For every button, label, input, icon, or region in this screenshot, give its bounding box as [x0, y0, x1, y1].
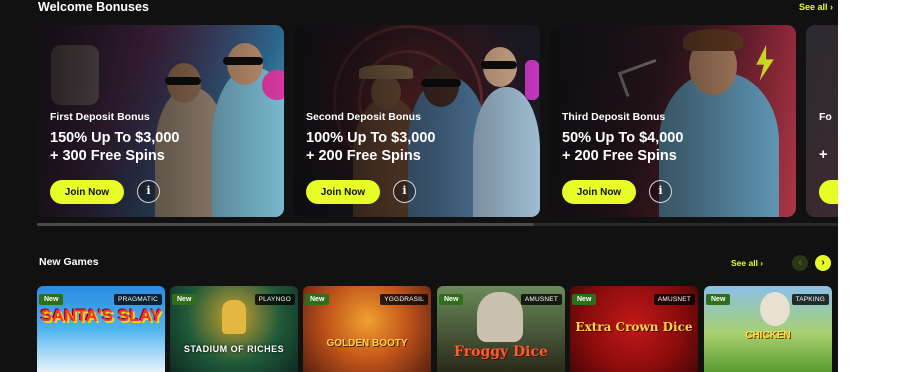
new-games-see-all-link[interactable]: See all ›	[731, 258, 763, 268]
game-tile-golden-booty[interactable]: GOLDEN BOOTY New YGGDRASIL	[303, 286, 431, 372]
game-title: Froggy Dice	[454, 344, 548, 360]
bonus-tag: Second Deposit Bonus	[306, 111, 421, 123]
game-title: STADIUM OF RICHES	[183, 344, 285, 354]
join-now-button[interactable]	[819, 180, 838, 204]
provider-label: AMUSNET	[653, 294, 695, 305]
info-icon[interactable]: i	[137, 180, 160, 203]
new-badge: New	[305, 294, 330, 305]
game-tile-chicken[interactable]: CHICKEN New TAPKING	[704, 286, 832, 372]
join-now-button[interactable]: Join Now	[562, 180, 636, 204]
bonus-tag: Fo	[819, 111, 832, 123]
new-badge: New	[39, 294, 64, 305]
bonus-offer-line2: + 200 Free Spins	[306, 147, 421, 164]
game-title: GOLDEN BOOTY	[326, 338, 408, 349]
info-icon[interactable]: i	[649, 180, 672, 203]
bonus-offer: 150% Up To $3,000 + 300 Free Spins	[50, 130, 180, 165]
bonus-tag: First Deposit Bonus	[50, 111, 150, 123]
page-right-edge	[838, 0, 900, 372]
bonus-offer-line1: 50% Up To $4,000	[562, 130, 684, 146]
welcome-bonuses-title: Welcome Bonuses	[38, 0, 149, 14]
bonus-offer-line1: 150% Up To $3,000	[50, 130, 180, 146]
game-title: Extra Crown Dice	[575, 320, 693, 334]
game-tile-extra-crown-dice[interactable]: Extra Crown Dice New AMUSNET	[570, 286, 698, 372]
game-title: CHICKEN	[745, 330, 791, 341]
bonus-offer: 100% Up To $3,000 + 200 Free Spins	[306, 130, 436, 165]
chevron-right-icon[interactable]: ›	[815, 255, 831, 271]
chevron-left-icon[interactable]: ‹	[792, 255, 808, 271]
bonus-offer: 50% Up To $4,000 + 200 Free Spins	[562, 130, 683, 165]
bonus-offer-line2: + 300 Free Spins	[50, 147, 165, 164]
provider-label: PLAYNGO	[254, 294, 295, 305]
provider-label: AMUSNET	[520, 294, 562, 305]
provider-label: PRAGMATIC	[114, 294, 162, 305]
bonus-offer-line2: + 200 Free Spins	[562, 147, 677, 164]
bonus-card-third-deposit[interactable]: Third Deposit Bonus 50% Up To $4,000 + 2…	[549, 25, 796, 217]
bonus-offer-line2: +	[819, 147, 828, 163]
new-badge: New	[706, 294, 731, 305]
join-now-button[interactable]: Join Now	[50, 180, 124, 204]
trophy-icon	[222, 300, 246, 334]
provider-label: TAPKING	[791, 294, 829, 305]
bonus-card-fourth-deposit[interactable]: Fo +	[806, 25, 838, 217]
game-title: SANTA'S SLAY	[40, 306, 162, 325]
info-icon[interactable]: i	[393, 180, 416, 203]
wizard-artwork	[477, 292, 523, 342]
join-now-button[interactable]: Join Now	[306, 180, 380, 204]
game-tile-stadium-of-riches[interactable]: STADIUM OF RICHES New PLAYNGO	[170, 286, 298, 372]
bonus-tag: Third Deposit Bonus	[562, 111, 666, 123]
new-badge: New	[572, 294, 597, 305]
new-badge: New	[172, 294, 197, 305]
bonus-card-second-deposit[interactable]: Second Deposit Bonus 100% Up To $3,000 +…	[293, 25, 540, 217]
chicken-artwork	[760, 292, 790, 326]
bonus-card-first-deposit[interactable]: First Deposit Bonus 150% Up To $3,000 + …	[37, 25, 284, 217]
new-games-title: New Games	[39, 256, 99, 268]
provider-label: YGGDRASIL	[380, 294, 428, 305]
welcome-see-all-link[interactable]: See all ›	[799, 2, 833, 12]
carousel-scrollbar-thumb[interactable]	[37, 223, 534, 226]
game-tile-froggy-dice[interactable]: Froggy Dice New AMUSNET	[437, 286, 565, 372]
game-tile-santas-slay[interactable]: SANTA'S SLAY New PRAGMATIC	[37, 286, 165, 372]
new-badge: New	[439, 294, 464, 305]
bonus-offer-line1: 100% Up To $3,000	[306, 130, 436, 146]
